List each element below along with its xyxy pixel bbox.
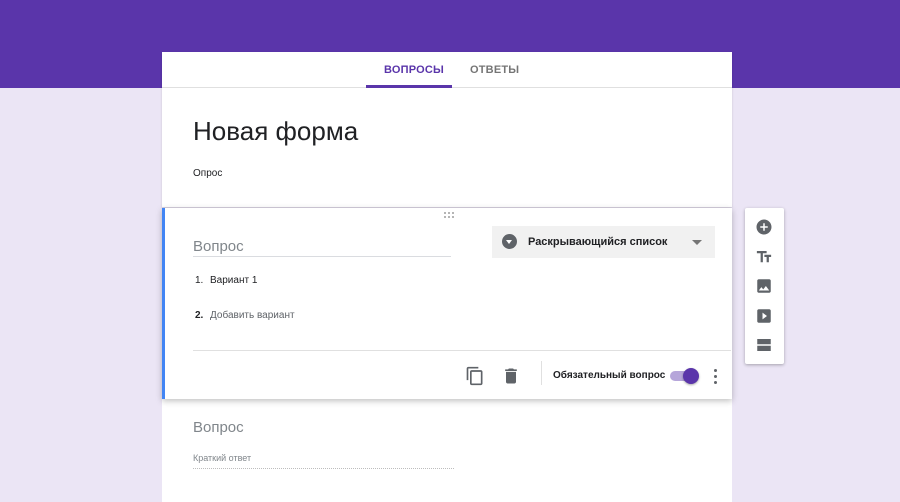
form-header-card: ВОПРОСЫ ОТВЕТЫ Новая форма Опрос — [162, 52, 732, 207]
add-option-button[interactable]: Добавить вариант — [210, 310, 295, 321]
question-type-dropdown[interactable]: Раскрывающийся список — [492, 226, 715, 258]
add-video-icon[interactable] — [755, 307, 773, 325]
floating-toolbar — [745, 208, 784, 364]
form-title[interactable]: Новая форма — [193, 116, 358, 147]
tab-bar: ВОПРОСЫ ОТВЕТЫ — [162, 52, 732, 88]
copy-icon[interactable] — [465, 366, 485, 386]
tab-questions[interactable]: ВОПРОСЫ — [384, 64, 444, 76]
more-vert-icon[interactable] — [709, 367, 721, 385]
drag-handle-icon[interactable] — [444, 212, 456, 220]
short-answer-field: Краткий ответ — [193, 453, 454, 469]
chevron-down-icon — [692, 240, 702, 245]
question-title[interactable]: Вопрос — [193, 419, 244, 436]
add-section-icon[interactable] — [755, 336, 773, 354]
form-description[interactable]: Опрос — [193, 168, 222, 179]
question-card[interactable]: Вопрос Краткий ответ — [162, 399, 732, 502]
option-number: 2. — [195, 310, 204, 321]
add-image-icon[interactable] — [755, 277, 773, 295]
delete-icon[interactable] — [501, 366, 521, 386]
active-tab-indicator — [366, 85, 452, 88]
vertical-divider — [541, 361, 542, 385]
required-toggle[interactable] — [669, 368, 699, 384]
add-question-icon[interactable] — [755, 218, 773, 236]
tab-answers[interactable]: ОТВЕТЫ — [470, 64, 519, 76]
dropdown-type-icon — [502, 234, 517, 249]
question-type-label: Раскрывающийся список — [528, 236, 668, 248]
question-title-input[interactable]: Вопрос — [193, 238, 451, 257]
add-title-icon[interactable] — [755, 248, 773, 266]
required-label: Обязательный вопрос — [553, 370, 666, 381]
option-label[interactable]: Вариант 1 — [210, 275, 257, 286]
question-card-active[interactable]: Вопрос Раскрывающийся список 1. Вариант … — [162, 208, 732, 399]
divider — [193, 350, 731, 351]
option-number: 1. — [195, 275, 204, 286]
